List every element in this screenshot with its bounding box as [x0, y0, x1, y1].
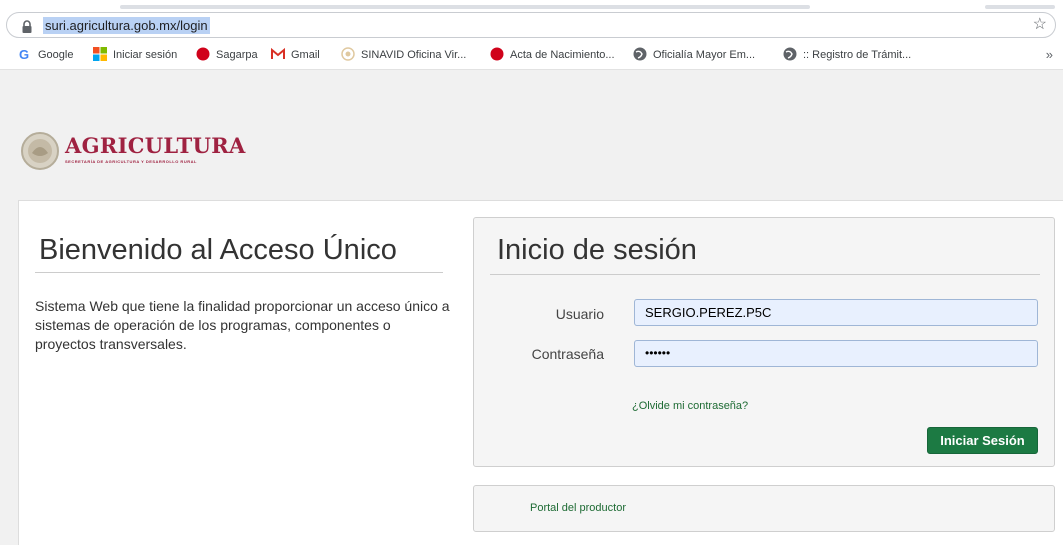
bookmark-label: Google [38, 49, 74, 61]
brand-name: AGRICULTURA [65, 133, 246, 158]
password-label: Contraseña [531, 346, 604, 362]
divider [490, 274, 1040, 275]
main-card: Bienvenido al Acceso Único Sistema Web q… [18, 200, 1063, 545]
bookmark-oficialia[interactable]: Oficialía Mayor Em... [633, 47, 755, 63]
tab-strip [0, 0, 1063, 10]
bookmark-iniciar-sesion[interactable]: Iniciar sesión [93, 47, 177, 63]
bookmark-label: Gmail [291, 49, 320, 61]
producer-portal-link[interactable]: Portal del productor [530, 502, 626, 514]
forgot-password-link[interactable]: ¿Olvide mi contraseña? [632, 400, 748, 412]
welcome-description: Sistema Web que tiene la finalidad propo… [35, 298, 450, 352]
red-circle-icon [196, 47, 210, 61]
address-bar: suri.agricultura.gob.mx/login ☆ [0, 10, 1063, 40]
bookmark-label: Acta de Nacimiento... [510, 49, 615, 61]
bookmark-label: Sagarpa [216, 49, 258, 61]
bookmark-sinavid[interactable]: SINAVID Oficina Vir... [341, 47, 466, 63]
bookmark-label: Oficialía Mayor Em... [653, 49, 756, 61]
page-body: AGRICULTURA SECRETARÍA DE AGRICULTURA Y … [0, 71, 1063, 545]
microsoft-icon [93, 47, 107, 61]
national-seal-icon [20, 131, 60, 171]
globe-icon [783, 47, 797, 61]
svg-text:G: G [19, 47, 29, 61]
brand-subtitle: SECRETARÍA DE AGRICULTURA Y DESARROLLO R… [65, 159, 197, 164]
omnibox[interactable]: suri.agricultura.gob.mx/login ☆ [6, 12, 1056, 38]
login-panel: Inicio de sesión Usuario SERGIO.PEREZ.P5… [473, 217, 1055, 467]
red-circle-icon [490, 47, 504, 61]
bookmarks-bar: G Google Iniciar sesión Sagarpa Gmail SI… [0, 40, 1063, 70]
google-icon: G [18, 47, 32, 62]
globe-icon [633, 47, 647, 61]
divider [35, 272, 443, 273]
tab-strip-segment [120, 5, 810, 9]
bookmark-google[interactable]: G Google [18, 47, 73, 63]
login-button[interactable]: Iniciar Sesión [927, 427, 1038, 454]
bookmark-acta[interactable]: Acta de Nacimiento... [490, 47, 615, 63]
more-bookmarks-icon[interactable]: » [1046, 47, 1053, 63]
bookmark-sagarpa[interactable]: Sagarpa [196, 47, 258, 63]
bookmark-gmail[interactable]: Gmail [271, 47, 320, 63]
bookmark-label: SINAVID Oficina Vir... [361, 49, 467, 61]
username-input[interactable]: SERGIO.PEREZ.P5C [634, 299, 1038, 326]
bookmark-label: Iniciar sesión [113, 49, 178, 61]
username-label: Usuario [555, 306, 604, 322]
welcome-title: Bienvenido al Acceso Único [39, 234, 397, 266]
seal-icon [341, 47, 355, 61]
bookmark-registro[interactable]: :: Registro de Trámit... [783, 47, 911, 63]
gmail-icon [271, 47, 285, 61]
tab-strip-segment [985, 5, 1055, 9]
password-input[interactable]: •••••• [634, 340, 1038, 367]
lock-icon[interactable] [21, 20, 33, 34]
bookmark-star-icon[interactable]: ☆ [1033, 16, 1047, 34]
bookmark-label: :: Registro de Trámit... [803, 49, 912, 61]
producer-panel: Portal del productor [473, 485, 1055, 532]
login-title: Inicio de sesión [497, 234, 697, 266]
url-text[interactable]: suri.agricultura.gob.mx/login [43, 17, 210, 34]
